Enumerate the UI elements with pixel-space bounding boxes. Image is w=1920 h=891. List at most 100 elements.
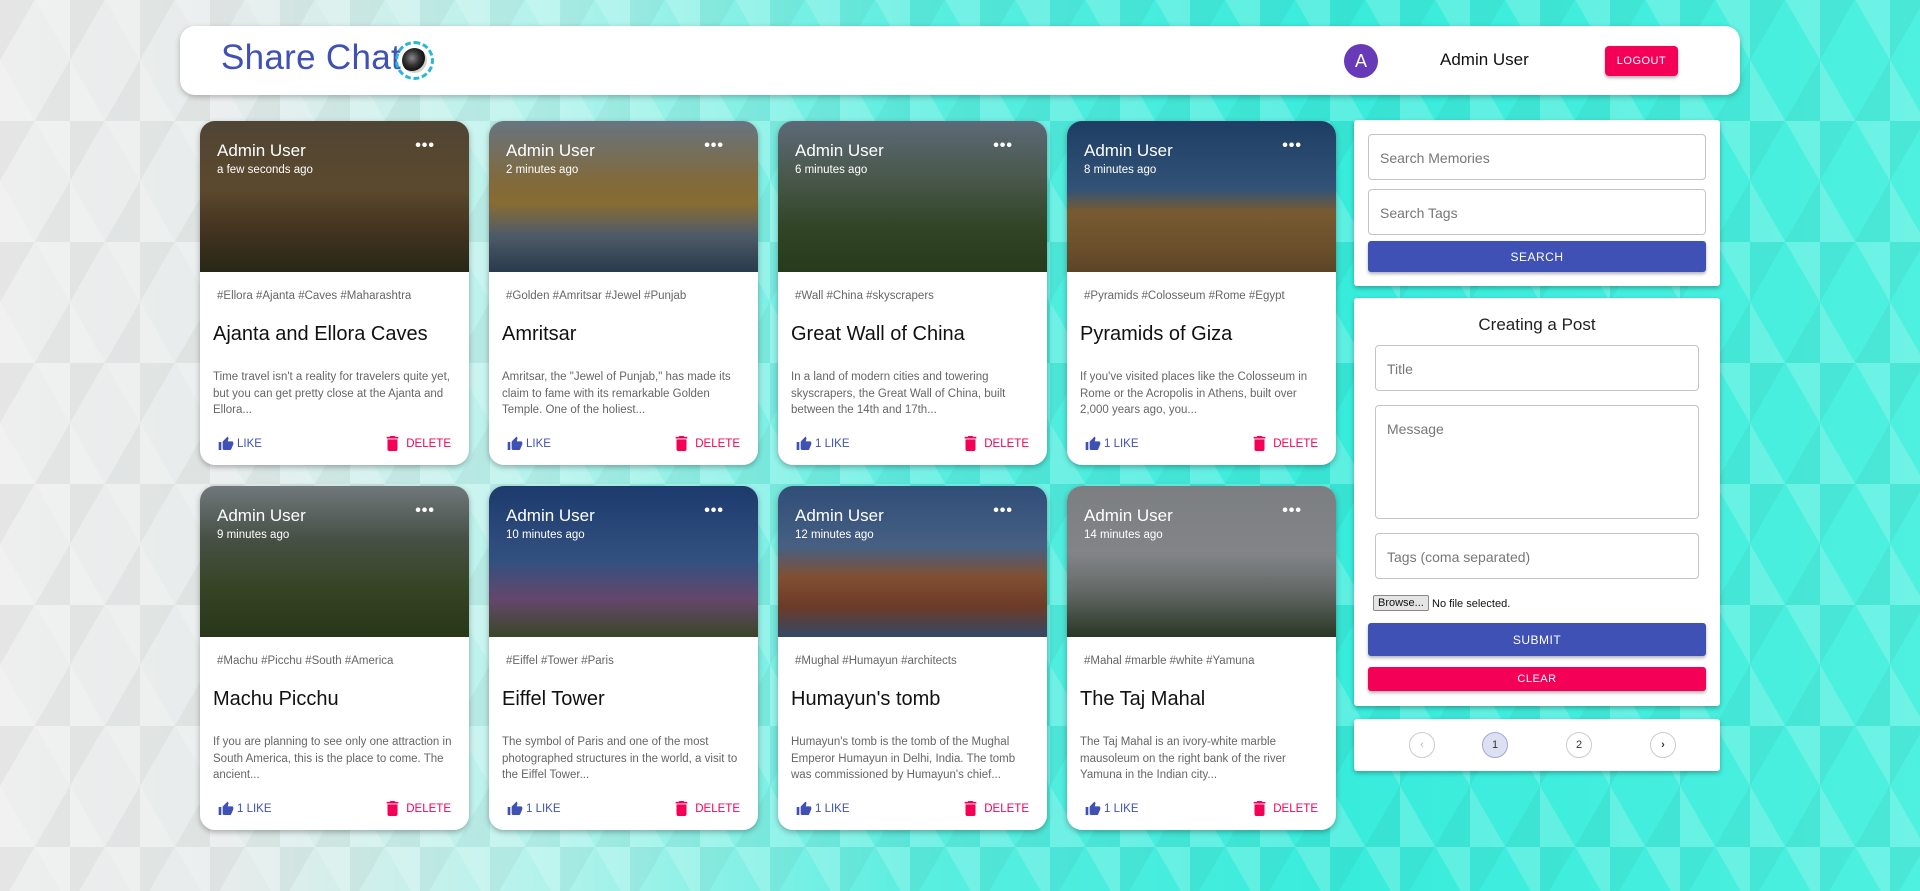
like-button[interactable]: 1 LIKE <box>1085 801 1139 817</box>
more-options-icon[interactable]: ••• <box>415 137 435 155</box>
post-card: Admin User 2 minutes ago ••• #Golden #Am… <box>489 121 758 465</box>
post-time: 6 minutes ago <box>795 164 868 176</box>
like-button[interactable]: 1 LIKE <box>218 801 272 817</box>
logout-button[interactable]: LOGOUT <box>1605 46 1678 76</box>
like-button[interactable]: LIKE <box>507 436 551 452</box>
delete-button[interactable]: DELETE <box>1253 436 1318 451</box>
delete-label: DELETE <box>406 802 451 815</box>
post-title: Ajanta and Ellora Caves <box>213 323 428 345</box>
post-author: Admin User <box>506 141 595 160</box>
more-options-icon[interactable]: ••• <box>415 502 435 520</box>
post-time: 10 minutes ago <box>506 529 585 541</box>
delete-button[interactable]: DELETE <box>386 436 451 451</box>
post-card: Admin User a few seconds ago ••• #Ellora… <box>200 121 469 465</box>
post-title: Amritsar <box>502 323 577 345</box>
username: Admin User <box>1440 50 1529 69</box>
more-options-icon[interactable]: ••• <box>704 502 724 520</box>
post-time: 14 minutes ago <box>1084 529 1163 541</box>
trash-icon <box>386 436 399 451</box>
delete-button[interactable]: DELETE <box>964 436 1029 451</box>
post-message: Amritsar, the "Jewel of Punjab," has mad… <box>502 371 731 416</box>
search-button[interactable]: SEARCH <box>1368 241 1706 272</box>
post-message: In a land of modern cities and towering … <box>791 371 1006 416</box>
post-title: Eiffel Tower <box>502 688 605 710</box>
message-textarea[interactable]: Message <box>1375 405 1699 519</box>
post-tags: #Eiffel #Tower #Paris <box>506 655 614 667</box>
previous-page-icon[interactable]: ‹ <box>1409 732 1435 758</box>
thumb-up-icon <box>796 801 812 815</box>
search-panel: Search Memories Search Tags SEARCH <box>1354 120 1720 286</box>
post-tags: #Ellora #Ajanta #Caves #Maharashtra <box>217 290 412 302</box>
like-button[interactable]: LIKE <box>218 436 262 452</box>
post-author: Admin User <box>795 506 884 525</box>
more-options-icon[interactable]: ••• <box>1282 502 1302 520</box>
thumb-up-icon <box>218 436 234 450</box>
post-message: Humayun's tomb is the tomb of the Mughal… <box>791 736 1016 781</box>
delete-button[interactable]: DELETE <box>675 801 740 816</box>
post-card: Admin User 10 minutes ago ••• #Eiffel #T… <box>489 486 758 830</box>
camera-lens-icon <box>395 41 434 80</box>
delete-label: DELETE <box>984 437 1029 450</box>
post-author: Admin User <box>1084 506 1173 525</box>
trash-icon <box>386 801 399 816</box>
like-label: 1 LIKE <box>526 803 561 815</box>
like-label: 1 LIKE <box>1104 803 1139 815</box>
like-button[interactable]: 1 LIKE <box>796 801 850 817</box>
title-input[interactable]: Title <box>1375 345 1699 391</box>
post-card: Admin User 6 minutes ago ••• #Wall #Chin… <box>778 121 1047 465</box>
trash-icon <box>675 801 688 816</box>
like-button[interactable]: 1 LIKE <box>507 801 561 817</box>
post-time: 2 minutes ago <box>506 164 579 176</box>
avatar[interactable]: A <box>1344 44 1378 78</box>
post-time: 8 minutes ago <box>1084 164 1157 176</box>
like-button[interactable]: 1 LIKE <box>1085 436 1139 452</box>
like-label: LIKE <box>237 438 262 450</box>
post-author: Admin User <box>217 506 306 525</box>
post-author: Admin User <box>795 141 884 160</box>
post-tags: #Mughal #Humayun #architects <box>795 655 957 667</box>
post-title: Great Wall of China <box>791 323 965 345</box>
trash-icon <box>964 801 977 816</box>
post-card: Admin User 8 minutes ago ••• #Pyramids #… <box>1067 121 1336 465</box>
more-options-icon[interactable]: ••• <box>993 137 1013 155</box>
delete-button[interactable]: DELETE <box>386 801 451 816</box>
form-heading: Creating a Post <box>1478 315 1596 334</box>
thumb-up-icon <box>507 801 523 815</box>
more-options-icon[interactable]: ••• <box>993 502 1013 520</box>
like-label: 1 LIKE <box>815 803 850 815</box>
trash-icon <box>1253 801 1266 816</box>
delete-button[interactable]: DELETE <box>1253 801 1318 816</box>
search-tags-input[interactable]: Search Tags <box>1368 189 1706 235</box>
file-status: No file selected. <box>1432 598 1511 610</box>
post-time: 12 minutes ago <box>795 529 874 541</box>
thumb-up-icon <box>1085 436 1101 450</box>
thumb-up-icon <box>796 436 812 450</box>
delete-label: DELETE <box>695 437 740 450</box>
brand-title[interactable]: Share Chat <box>221 38 401 78</box>
page-1-button[interactable]: 1 <box>1482 732 1508 758</box>
like-button[interactable]: 1 LIKE <box>796 436 850 452</box>
delete-label: DELETE <box>695 802 740 815</box>
next-page-icon[interactable]: › <box>1650 732 1676 758</box>
post-message: Time travel isn't a reality for traveler… <box>213 371 450 416</box>
more-options-icon[interactable]: ••• <box>704 137 724 155</box>
post-author: Admin User <box>217 141 306 160</box>
post-time: a few seconds ago <box>217 164 313 176</box>
delete-label: DELETE <box>1273 802 1318 815</box>
trash-icon <box>675 436 688 451</box>
post-author: Admin User <box>1084 141 1173 160</box>
post-message: The symbol of Paris and one of the most … <box>502 736 738 781</box>
more-options-icon[interactable]: ••• <box>1282 137 1302 155</box>
post-message: If you've visited places like the Coloss… <box>1080 371 1308 416</box>
tags-input[interactable]: Tags (coma separated) <box>1375 533 1699 579</box>
delete-button[interactable]: DELETE <box>964 801 1029 816</box>
like-label: LIKE <box>526 438 551 450</box>
search-memories-input[interactable]: Search Memories <box>1368 134 1706 180</box>
post-time: 9 minutes ago <box>217 529 290 541</box>
delete-button[interactable]: DELETE <box>675 436 740 451</box>
clear-button[interactable]: CLEAR <box>1368 667 1706 691</box>
browse-button[interactable]: Browse... <box>1373 595 1429 611</box>
app-bar: Share Chat A Admin User LOGOUT <box>180 26 1740 95</box>
page-2-button[interactable]: 2 <box>1566 732 1592 758</box>
submit-button[interactable]: SUBMIT <box>1368 623 1706 656</box>
